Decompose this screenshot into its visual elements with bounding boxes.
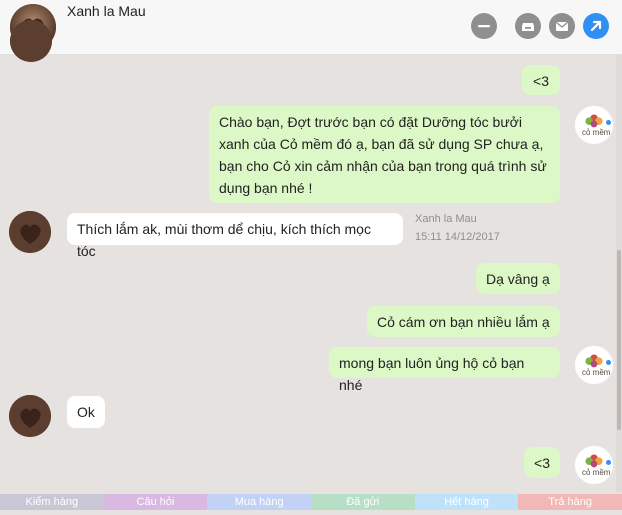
brand-avatar: cỏ mềm: [574, 105, 614, 145]
message-text: Thích lắm ak, mùi thơm dể chịu, kích thí…: [77, 221, 371, 259]
message-text: <3: [534, 455, 550, 471]
tag-bar: Kiểm hàng Câu hỏi Mua hàng Đã gửi Hết hà…: [0, 493, 622, 515]
message-text: Ok: [77, 404, 95, 420]
online-dot: [606, 360, 611, 365]
message-text: Dạ vâng ạ: [486, 271, 550, 287]
tag-mua-hang[interactable]: Mua hàng: [207, 494, 312, 510]
tag-kiem-hang[interactable]: Kiểm hàng: [0, 494, 104, 510]
message-list[interactable]: <3 Chào bạn, Đợt trước bạn có đặt Dưỡng …: [0, 20, 622, 492]
tag-het-hang[interactable]: Hết hàng: [414, 494, 519, 510]
tag-label: Mua hàng: [234, 496, 284, 508]
outgoing-message[interactable]: <3: [524, 447, 560, 478]
tag-label: Kiểm hàng: [25, 496, 79, 508]
flower-logo-icon: [585, 454, 603, 468]
mail-icon[interactable]: [549, 13, 575, 39]
incoming-message[interactable]: Thích lắm ak, mùi thơm dể chịu, kích thí…: [67, 213, 403, 259]
tag-da-gui[interactable]: Đã gửi: [311, 494, 415, 510]
minus-circle-icon[interactable]: [471, 13, 497, 39]
brand-avatar-text: cỏ mềm: [582, 368, 611, 377]
contact-name: Xanh la Mau: [67, 3, 146, 19]
message-text: mong bạn luôn ủng hộ cỏ bạn nhé: [339, 355, 525, 393]
contact-avatar-small[interactable]: [9, 211, 51, 253]
message-sender: Xanh la Mau: [415, 213, 477, 225]
tag-label: Câu hỏi: [136, 496, 175, 508]
message-text: Chào bạn, Đợt trước bạn có đặt Dưỡng tóc…: [219, 114, 547, 196]
scrollbar-thumb[interactable]: [617, 250, 621, 430]
tag-label: Trả hàng: [548, 496, 592, 508]
tag-label: Đã gửi: [346, 496, 380, 508]
brand-avatar: cỏ mềm: [574, 345, 614, 385]
outgoing-message[interactable]: <3: [522, 65, 560, 95]
outgoing-message[interactable]: Dạ vâng ạ: [476, 263, 560, 294]
tag-cau-hoi[interactable]: Câu hỏi: [103, 494, 208, 510]
outgoing-message[interactable]: mong bạn luôn ủng hộ cỏ bạn nhé: [329, 347, 560, 393]
tag-label: Hết hàng: [444, 496, 489, 508]
message-text: <3: [533, 73, 549, 89]
message-text: Cỏ cám ơn bạn nhiều lắm ạ: [377, 314, 550, 330]
incoming-message[interactable]: Ok: [67, 396, 105, 428]
contact-avatar-small[interactable]: [9, 395, 51, 437]
chat-header: Xanh la Mau: [0, 0, 622, 55]
flower-logo-icon: [585, 354, 603, 368]
flower-logo-icon: [585, 114, 603, 128]
tag-tra-hang[interactable]: Trả hàng: [518, 494, 622, 510]
online-dot: [606, 120, 611, 125]
brand-avatar-text: cỏ mềm: [582, 128, 611, 137]
online-dot: [606, 460, 611, 465]
outgoing-message[interactable]: Cỏ cám ơn bạn nhiều lắm ạ: [367, 306, 560, 337]
share-arrow-icon[interactable]: [583, 13, 609, 39]
contact-avatar-small: [10, 20, 52, 62]
brand-avatar: cỏ mềm: [574, 445, 614, 485]
brand-avatar-text: cỏ mềm: [582, 468, 611, 477]
archive-icon[interactable]: [515, 13, 541, 39]
message-timestamp: 15:11 14/12/2017: [415, 231, 500, 243]
outgoing-message[interactable]: Chào bạn, Đợt trước bạn có đặt Dưỡng tóc…: [209, 106, 560, 203]
